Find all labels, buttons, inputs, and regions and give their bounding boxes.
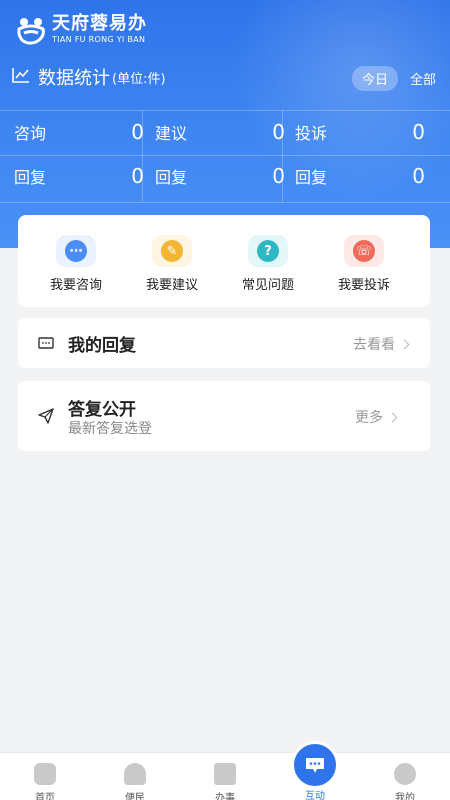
stat-label: 咨询 [14, 124, 47, 143]
tab-interact[interactable]: 互动 [270, 741, 360, 800]
home-panda-icon [34, 763, 56, 785]
public-reply-more-label: 更多 [355, 410, 383, 426]
stat-label: 回复 [155, 168, 188, 187]
tab-home[interactable]: 首页 [0, 753, 90, 800]
brand-logo: 天府蓉易办 TIAN FU RONG YI BAN [14, 8, 164, 52]
profile-icon [394, 763, 416, 785]
stat-consult: 咨询 0 [14, 117, 144, 147]
tab-services[interactable]: 办事 [180, 753, 270, 800]
complaint-icon: ☏ [344, 235, 384, 267]
stat-complaint-reply: 回复 0 [295, 161, 425, 191]
my-reply-link-label: 去看看 [353, 337, 395, 353]
stat-value: 0 [412, 164, 425, 188]
quick-action-label: 我要咨询 [49, 278, 102, 293]
my-reply-card[interactable]: 我的回复 去看看 [18, 318, 430, 368]
range-all-button[interactable]: 全部 [410, 69, 436, 88]
quick-action-label: 常见问题 [241, 278, 294, 293]
quick-action-consult[interactable]: ⋯ 我要咨询 [31, 235, 121, 293]
interact-chat-icon [291, 741, 339, 789]
stats-title: 数据统计 (单位:件) [12, 64, 166, 90]
stat-value: 0 [131, 120, 144, 144]
stat-label: 投诉 [295, 124, 328, 143]
chevron-right-icon [387, 412, 398, 422]
header-banner: 天府蓉易办 TIAN FU RONG YI BAN 数据统计 (单位:件) 今日… [0, 0, 450, 248]
stat-value: 0 [272, 164, 285, 188]
paper-plane-icon [38, 408, 54, 428]
quick-action-label: 我要建议 [145, 278, 198, 293]
tab-label: 我的 [395, 793, 415, 800]
faq-question-icon: ? [248, 235, 288, 267]
range-today-button[interactable]: 今日 [351, 66, 398, 91]
quick-actions-card: ⋯ 我要咨询 ✎ 我要建议 ? 常见问题 ☏ 我要投诉 [18, 215, 430, 307]
trend-chart-icon [12, 67, 30, 87]
tab-label: 便民 [125, 793, 145, 800]
message-icon [38, 336, 54, 355]
my-reply-link[interactable]: 去看看 [353, 334, 410, 354]
stat-consult-reply: 回复 0 [14, 161, 144, 191]
quick-action-faq[interactable]: ? 常见问题 [223, 235, 313, 293]
stat-label: 建议 [155, 124, 188, 143]
divider [0, 110, 450, 111]
consult-chat-icon: ⋯ [56, 235, 96, 267]
tab-label: 办事 [215, 793, 235, 800]
public-reply-subtitle: 最新答复选登 [68, 421, 152, 437]
tab-convenience[interactable]: 便民 [90, 753, 180, 800]
stat-value: 0 [272, 120, 285, 144]
brand-name-cn: 天府蓉易办 [52, 13, 147, 34]
stat-label: 回复 [14, 168, 47, 187]
tab-label: 首页 [35, 793, 55, 800]
range-selector: 今日 全部 [351, 66, 436, 91]
my-reply-title: 我的回复 [68, 336, 136, 356]
bell-icon [124, 763, 146, 785]
tab-mine[interactable]: 我的 [360, 753, 450, 800]
divider [0, 202, 450, 203]
panda-logo-icon [14, 13, 48, 47]
clipboard-icon [214, 763, 236, 785]
chevron-right-icon [399, 339, 410, 349]
stat-suggest-reply: 回复 0 [155, 161, 285, 191]
stat-complaint: 投诉 0 [295, 117, 425, 147]
stat-suggest: 建议 0 [155, 117, 285, 147]
stat-value: 0 [412, 120, 425, 144]
bottom-tab-bar: 首页 便民 办事 互动 我的 [0, 741, 450, 800]
quick-action-suggest[interactable]: ✎ 我要建议 [127, 235, 217, 293]
suggest-pencil-icon: ✎ [152, 235, 192, 267]
public-reply-title: 答复公开 [68, 400, 136, 420]
brand-name-en: TIAN FU RONG YI BAN [52, 35, 146, 44]
quick-action-label: 我要投诉 [337, 278, 390, 293]
quick-action-complaint[interactable]: ☏ 我要投诉 [319, 235, 409, 293]
divider [0, 155, 450, 156]
stats-title-text: 数据统计 [38, 68, 110, 89]
public-reply-more-link[interactable]: 更多 [355, 407, 398, 427]
stat-label: 回复 [295, 168, 328, 187]
stat-value: 0 [131, 164, 144, 188]
public-reply-card[interactable]: 答复公开 最新答复选登 更多 [18, 381, 430, 451]
stats-unit: (单位:件) [112, 71, 166, 87]
